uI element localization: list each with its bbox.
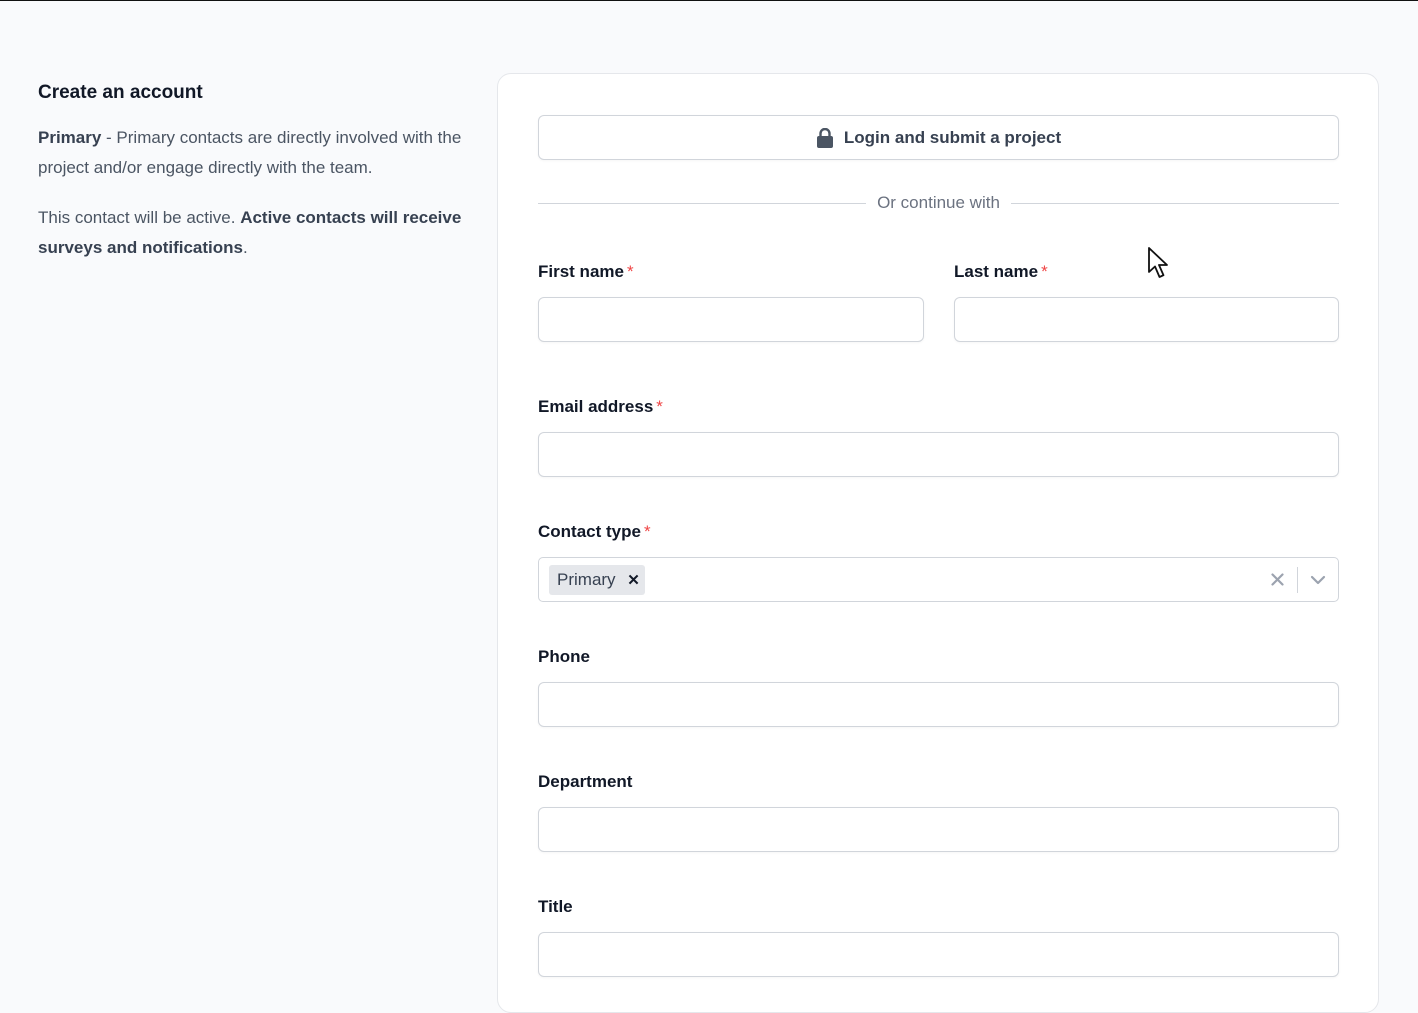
lock-icon	[816, 127, 833, 148]
login-submit-label: Login and submit a project	[843, 127, 1062, 147]
last-name-input[interactable]	[954, 297, 1339, 342]
phone-input[interactable]	[538, 682, 1339, 727]
first-name-field: First name *	[538, 260, 924, 342]
primary-label: Primary	[38, 128, 102, 147]
email-field: Email address *	[538, 395, 1339, 477]
required-mark: *	[643, 522, 651, 541]
email-input[interactable]	[538, 432, 1339, 477]
email-label: Email address *	[538, 395, 1339, 419]
clear-icon[interactable]	[1257, 558, 1297, 601]
contact-type-label: Contact type *	[538, 520, 1339, 544]
divider-line-right	[1010, 202, 1339, 204]
chevron-glyph	[1310, 575, 1326, 584]
department-label: Department	[538, 772, 633, 791]
first-name-input[interactable]	[538, 297, 924, 342]
close-icon[interactable]: ✕	[623, 565, 645, 595]
active-text: This contact will be active.	[38, 208, 241, 227]
selected-chip: Primary ✕	[549, 564, 645, 595]
first-name-label-text: First name	[538, 262, 624, 281]
email-label-text: Email address	[538, 397, 654, 416]
department-field: Department	[538, 770, 1339, 852]
required-mark: *	[626, 262, 634, 281]
contact-type-label-text: Contact type	[538, 522, 641, 541]
page-title: Create an account	[38, 82, 203, 103]
clear-x-glyph	[1270, 573, 1284, 586]
title-label: Title	[538, 897, 573, 916]
divider-line-left	[538, 202, 867, 204]
divider-text: Or continue with	[877, 193, 1000, 212]
active-end: .	[243, 238, 248, 257]
required-mark: *	[656, 397, 663, 416]
chevron-down-icon[interactable]	[1298, 558, 1338, 601]
title-field: Title	[538, 895, 1339, 977]
signup-card: Login and submit a project Or continue w…	[497, 73, 1379, 1013]
contact-type-select[interactable]: Primary ✕	[538, 557, 1339, 602]
login-submit-button[interactable]: Login and submit a project	[538, 115, 1339, 160]
contact-type-field: Contact type * Primary ✕	[538, 520, 1339, 602]
last-name-field: Last name *	[954, 260, 1339, 342]
info-panel: Create an account Primary - Primary cont…	[38, 79, 468, 283]
active-description: This contact will be active. Active cont…	[38, 203, 468, 263]
required-mark: *	[1041, 262, 1048, 281]
last-name-label: Last name *	[954, 260, 1339, 284]
primary-text: - Primary contacts are directly involved…	[38, 128, 462, 177]
phone-field: Phone	[538, 645, 1339, 727]
select-actions	[1257, 558, 1338, 601]
first-name-label: First name *	[538, 260, 924, 284]
divider: Or continue with	[538, 191, 1339, 215]
department-input[interactable]	[538, 807, 1339, 852]
signup-form: Login and submit a project Or continue w…	[538, 115, 1339, 977]
title-input[interactable]	[538, 932, 1339, 977]
primary-description: Primary - Primary contacts are directly …	[38, 123, 468, 183]
phone-label: Phone	[538, 647, 590, 666]
last-name-label-text: Last name	[954, 262, 1039, 281]
selected-chip-label: Primary	[557, 569, 616, 589]
